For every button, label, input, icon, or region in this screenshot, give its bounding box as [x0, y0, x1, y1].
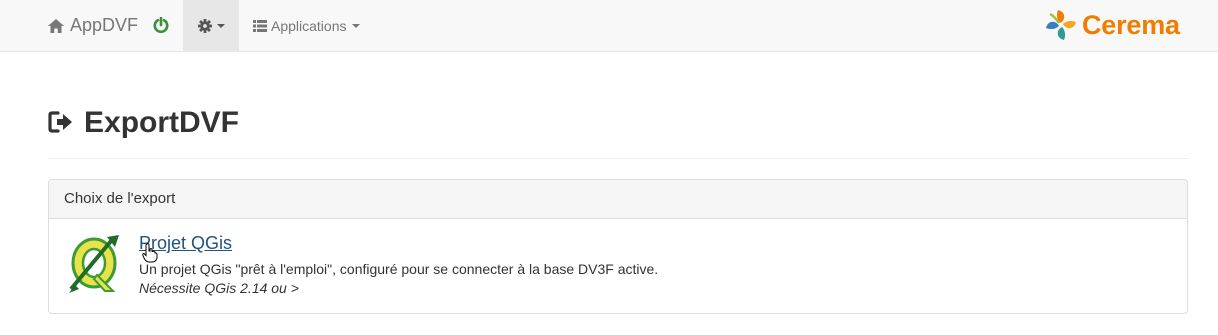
gear-icon: [197, 18, 212, 33]
cerema-logo-icon: [1046, 10, 1076, 40]
power-icon: [153, 17, 169, 34]
applications-dropdown[interactable]: Applications: [253, 0, 360, 51]
hand-cursor-icon: [142, 243, 158, 263]
list-icon: [253, 19, 267, 32]
chevron-down-icon: [216, 23, 225, 28]
export-panel: Choix de l'export Projet QGis Un projet …: [48, 179, 1188, 314]
qgis-version-note: Nécessite QGis 2.14 ou >: [139, 280, 299, 296]
qgis-logo: [69, 235, 119, 293]
cerema-logo: Cerema: [1044, 6, 1180, 44]
brand-label: AppDVF: [70, 15, 139, 35]
brand-link[interactable]: AppDVF: [48, 0, 138, 51]
sign-out-icon: [48, 111, 72, 133]
panel-heading: Choix de l'export: [49, 180, 1187, 219]
logo-text: Cerema: [1082, 9, 1180, 40]
top-navbar: AppDVF Applications Cerema: [0, 0, 1218, 52]
applications-label: Applications: [271, 17, 347, 34]
settings-dropdown[interactable]: [183, 0, 239, 51]
panel-body: Projet QGis Un projet QGis "prêt à l'emp…: [49, 219, 1187, 314]
page-title: ExportDVF: [84, 106, 240, 139]
qgis-project-description: Un projet QGis "prêt à l'emploi", config…: [139, 261, 659, 277]
page-header: ExportDVF: [48, 98, 1188, 159]
home-icon: [48, 18, 64, 33]
chevron-down-icon: [351, 23, 360, 28]
power-button[interactable]: [150, 0, 172, 51]
